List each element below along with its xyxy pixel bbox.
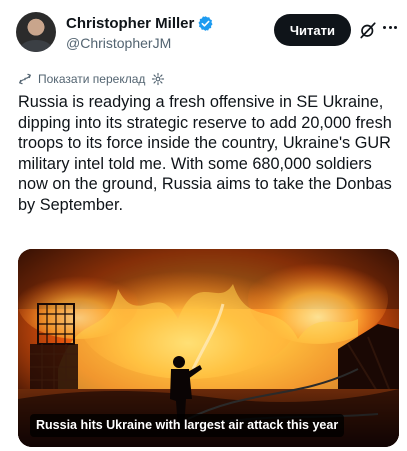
more-icon[interactable] [383, 26, 397, 32]
more-dot [394, 26, 397, 29]
tweet-media[interactable]: Russia hits Ukraine with largest air att… [18, 249, 399, 447]
author-handle[interactable]: @ChristopherJM [66, 33, 214, 53]
translate-icon [19, 73, 31, 85]
grok-icon[interactable] [359, 21, 377, 39]
read-button[interactable]: Читати [273, 14, 351, 46]
more-dot [383, 26, 386, 29]
verified-badge-icon [198, 16, 213, 31]
author-display-name[interactable]: Christopher Miller [66, 14, 194, 33]
show-translation[interactable]: Показати переклад [18, 70, 165, 88]
avatar[interactable] [16, 12, 56, 52]
tweet-text: Russia is readying a fresh offensive in … [18, 93, 392, 214]
settings-gear-icon[interactable] [151, 72, 165, 86]
tweet-header: Christopher Miller @ChristopherJM Читати [16, 12, 397, 56]
more-dot [388, 26, 392, 29]
show-translation-label[interactable]: Показати переклад [38, 72, 145, 86]
author-names: Christopher Miller @ChristopherJM [66, 14, 214, 53]
author-display-name-row[interactable]: Christopher Miller [66, 14, 214, 33]
avatar-shoulders [20, 40, 52, 52]
media-caption: Russia hits Ukraine with largest air att… [30, 414, 345, 437]
